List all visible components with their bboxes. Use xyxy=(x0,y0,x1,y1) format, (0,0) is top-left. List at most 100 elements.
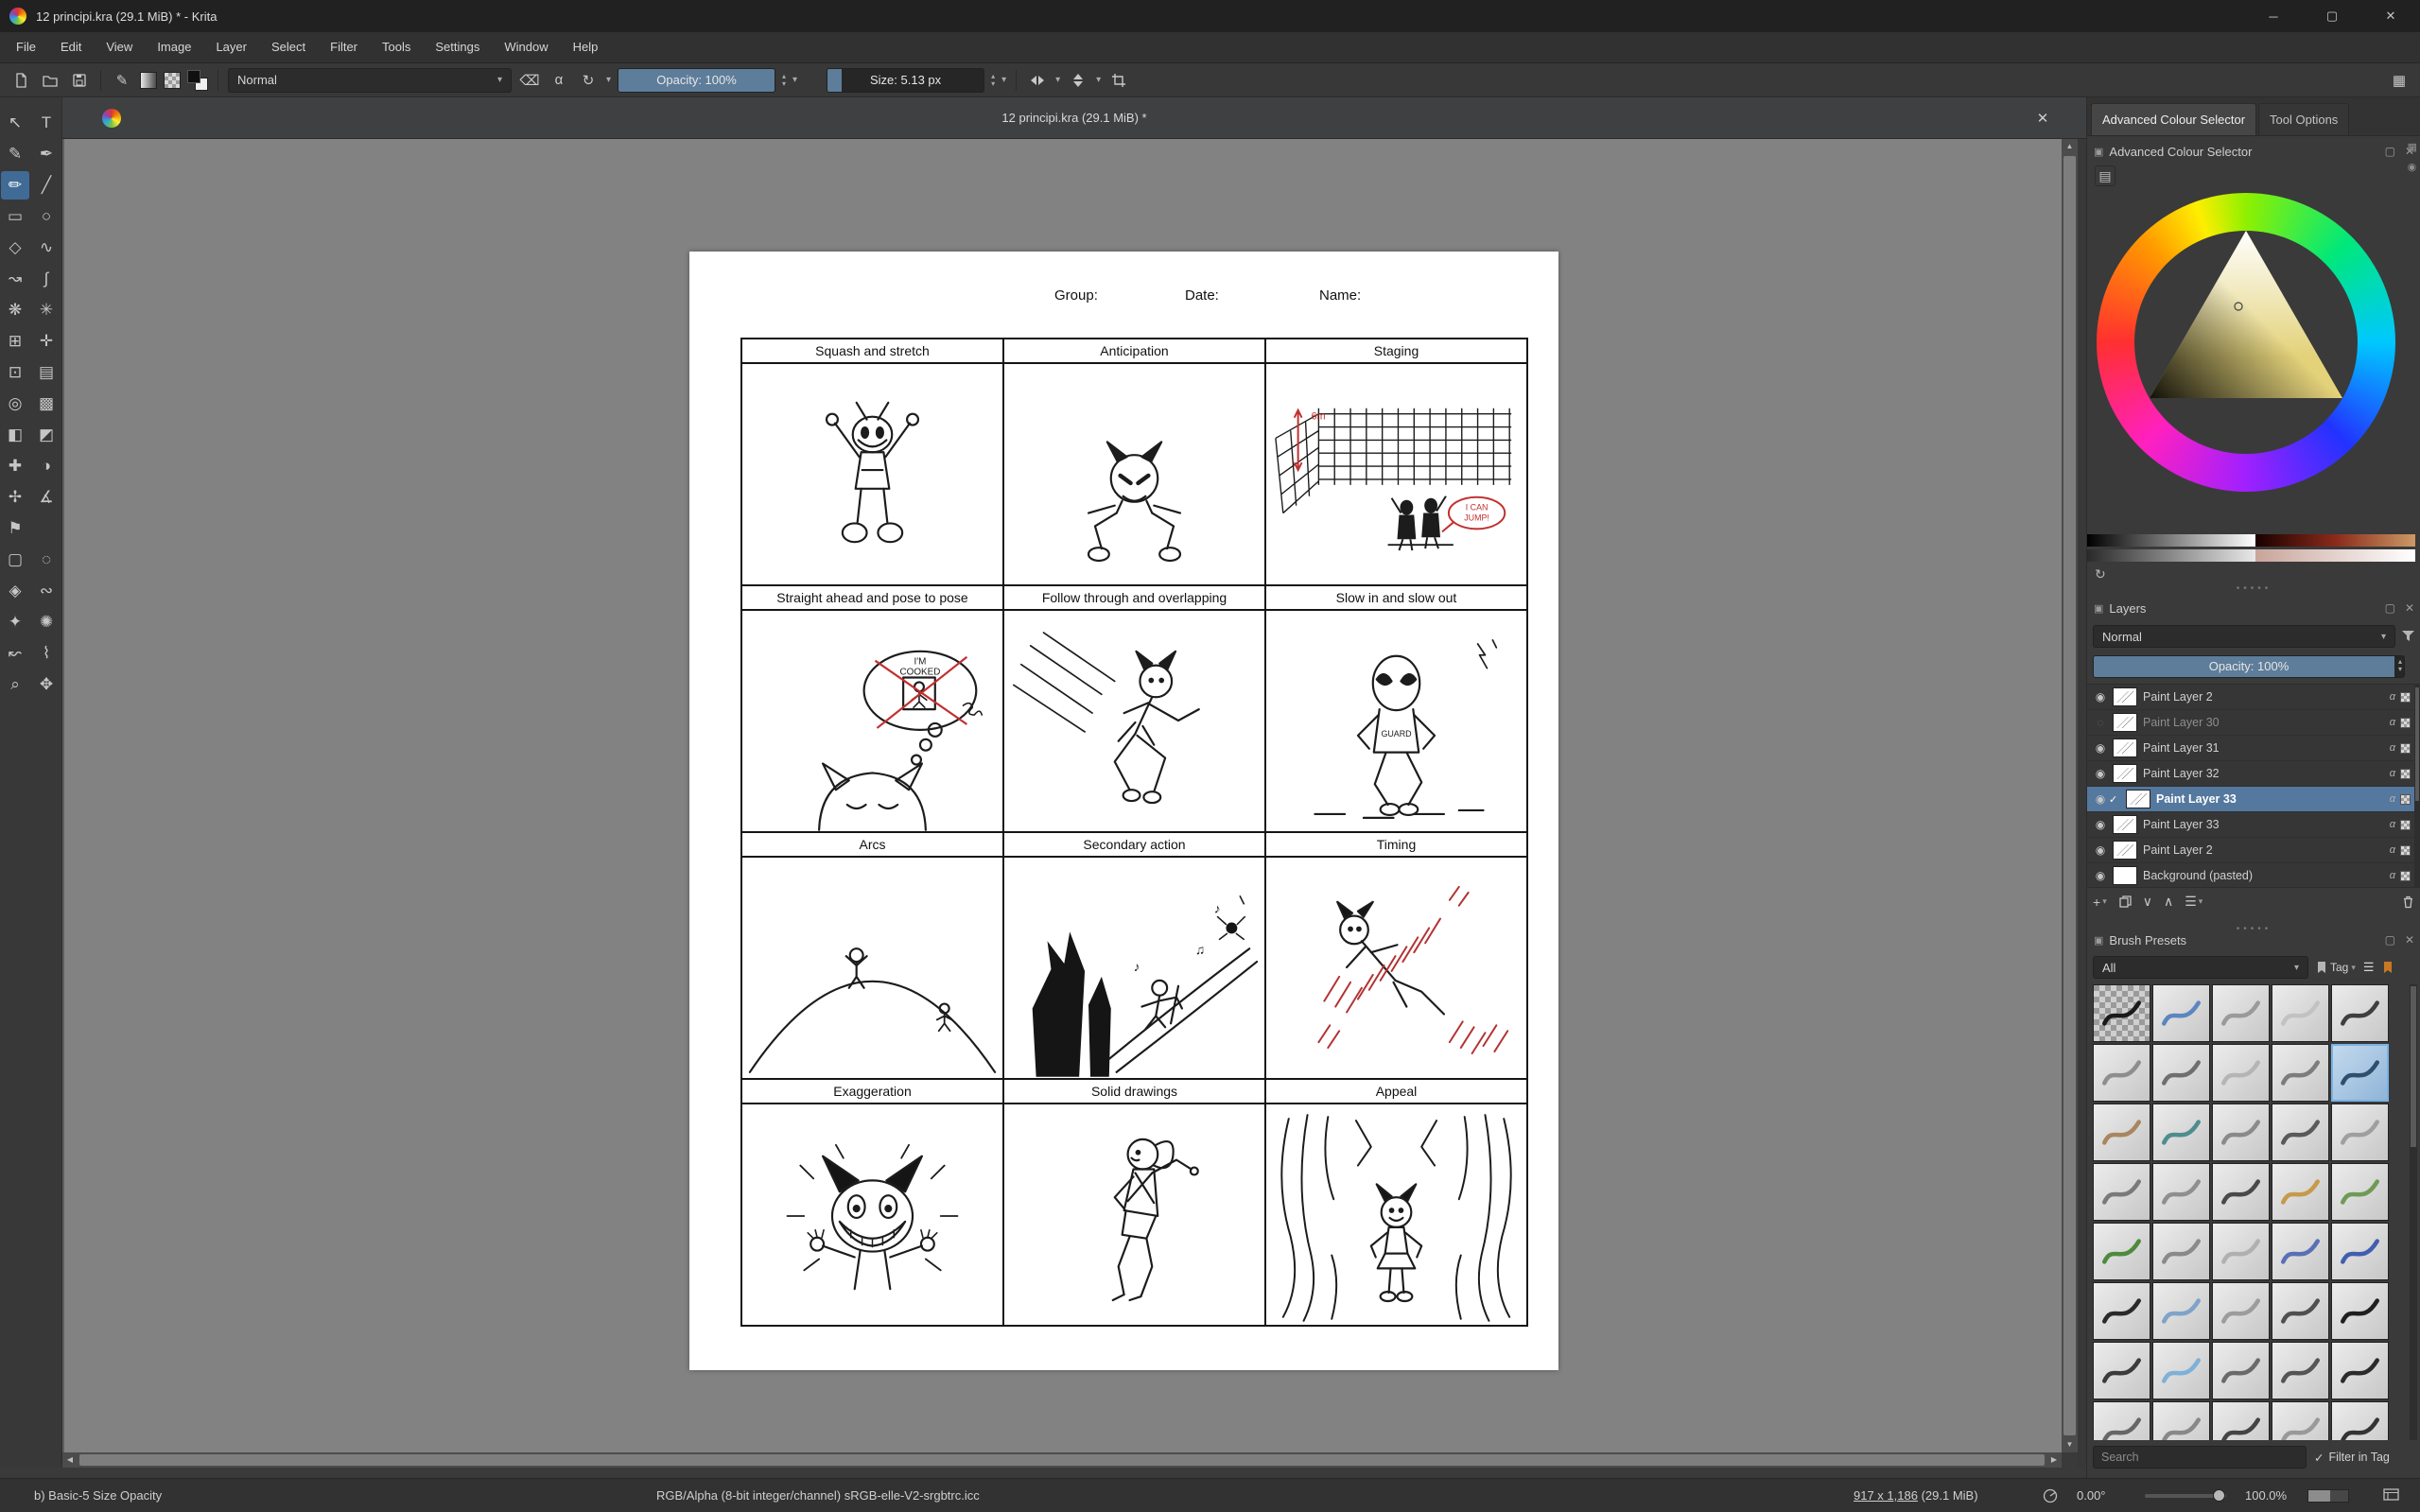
tool-ellipse-select-icon[interactable]: ◌ xyxy=(32,546,61,574)
layer-row[interactable]: ◉Paint Layer 2α xyxy=(2087,685,2415,710)
layer-row[interactable]: ◉✓Paint Layer 33α xyxy=(2087,787,2415,812)
brush-preset[interactable] xyxy=(2093,984,2150,1042)
brush-preset[interactable] xyxy=(2152,1342,2210,1399)
tool-polyline-icon[interactable]: ∿ xyxy=(32,234,61,262)
new-document-icon[interactable] xyxy=(9,69,32,92)
visibility-icon[interactable]: ◉ xyxy=(2092,818,2109,831)
chevron-down-icon[interactable]: ▾ xyxy=(1001,75,1006,85)
tag-button[interactable]: Tag ▾ xyxy=(2316,961,2356,974)
opacity-slider[interactable]: Opacity: 100% xyxy=(618,68,775,93)
chevron-down-icon[interactable]: ▾ xyxy=(606,75,611,85)
fg-bg-color-swatch[interactable] xyxy=(187,70,208,91)
brush-preset[interactable] xyxy=(2331,1044,2389,1102)
brush-preset[interactable] xyxy=(2152,1163,2210,1221)
inherit-alpha-icon[interactable] xyxy=(2400,743,2411,754)
layer-blending-dropdown[interactable]: Normal ▾ xyxy=(2093,625,2395,648)
brush-preset[interactable] xyxy=(2272,1044,2329,1102)
brush-preset[interactable] xyxy=(2272,984,2329,1042)
canvas-only-mode-icon[interactable] xyxy=(2383,1487,2399,1504)
shade-strip-red[interactable] xyxy=(2255,534,2415,547)
grid-icon[interactable]: ▦ xyxy=(2408,141,2417,153)
size-spinner[interactable]: ▴▾ xyxy=(991,73,995,88)
search-input[interactable] xyxy=(2093,1446,2307,1469)
brush-preset[interactable] xyxy=(2331,984,2389,1042)
float-docker-icon[interactable]: ▢ xyxy=(2385,145,2395,158)
zoom-slider[interactable] xyxy=(2145,1494,2226,1498)
brush-preset[interactable] xyxy=(2152,1104,2210,1161)
tool-bezier-select-icon[interactable]: ↜ xyxy=(1,639,29,668)
alpha-lock-icon[interactable]: α xyxy=(2390,742,2395,754)
visibility-icon[interactable]: ◉ xyxy=(2092,690,2109,704)
preset-filter-dropdown[interactable]: All ▾ xyxy=(2093,956,2308,979)
tool-freehand-brush-icon[interactable]: ✏ xyxy=(1,171,29,200)
tool-select-shapes-icon[interactable]: ↖ xyxy=(1,109,29,137)
docker-edge-buttons[interactable]: ▦ ◉ xyxy=(2408,141,2417,173)
tool-multibrush-icon[interactable]: ✳ xyxy=(32,296,61,324)
inherit-alpha-icon[interactable] xyxy=(2400,794,2411,805)
scroll-left-icon[interactable]: ◀ xyxy=(62,1452,78,1468)
brush-preset[interactable] xyxy=(2212,1044,2270,1102)
menu-select[interactable]: Select xyxy=(259,32,318,62)
canvas-rotation-value[interactable]: 0.00° xyxy=(2077,1479,2106,1512)
pattern-chooser-icon[interactable] xyxy=(164,72,181,89)
layer-row[interactable]: ◉Paint Layer 2α xyxy=(2087,838,2415,863)
menu-tools[interactable]: Tools xyxy=(370,32,423,62)
brush-preset[interactable] xyxy=(2093,1223,2150,1280)
maximize-button[interactable]: ▢ xyxy=(2303,0,2361,32)
tool-bezier-curve-icon[interactable]: ↝ xyxy=(1,265,29,293)
layer-row[interactable]: ◉Paint Layer 32α xyxy=(2087,761,2415,787)
menu-settings[interactable]: Settings xyxy=(423,32,492,62)
close-document-icon[interactable]: ✕ xyxy=(2031,107,2054,130)
menu-image[interactable]: Image xyxy=(145,32,203,62)
tool-gradient-icon[interactable]: ▤ xyxy=(32,358,61,387)
inherit-alpha-icon[interactable] xyxy=(2400,871,2411,881)
alpha-lock-icon[interactable]: α xyxy=(2390,819,2395,830)
brush-preset[interactable] xyxy=(2331,1282,2389,1340)
saturation-value-triangle[interactable] xyxy=(2097,193,2395,492)
tool-assistants-icon[interactable]: ✢ xyxy=(1,483,29,512)
brush-preset[interactable] xyxy=(2212,1342,2270,1399)
filter-in-tag-checkbox[interactable]: ✓ Filter in Tag xyxy=(2314,1451,2390,1465)
tool-rect-select-icon[interactable]: ▢ xyxy=(1,546,29,574)
tool-polygon-select-icon[interactable]: ◈ xyxy=(1,577,29,605)
menu-filter[interactable]: Filter xyxy=(318,32,370,62)
add-layer-button[interactable]: +▾ xyxy=(2093,895,2107,910)
brush-preset[interactable] xyxy=(2212,1104,2270,1161)
tool-move-icon[interactable]: ✛ xyxy=(32,327,61,356)
visibility-icon[interactable]: ◉ xyxy=(2092,741,2109,755)
tool-color-sampler-icon[interactable]: ◎ xyxy=(1,390,29,418)
layer-row[interactable]: ◌Paint Layer 30α xyxy=(2087,710,2415,736)
save-icon[interactable] xyxy=(68,69,91,92)
alpha-lock-icon[interactable]: α xyxy=(2390,844,2395,856)
tool-transform-icon[interactable]: ⊞ xyxy=(1,327,29,356)
brush-preset[interactable] xyxy=(2093,1044,2150,1102)
inherit-alpha-icon[interactable] xyxy=(2400,718,2411,728)
scroll-up-icon[interactable]: ▲ xyxy=(2062,139,2078,154)
selector-settings-icon[interactable]: ▤ xyxy=(2095,165,2115,186)
zoom-value[interactable]: 100.0% xyxy=(2245,1479,2287,1512)
document-page[interactable]: Group: Date: Name: Squash and stretch An… xyxy=(689,252,1558,1370)
float-docker-icon[interactable]: ▢ xyxy=(2385,601,2395,615)
preset-grid-scrollbar[interactable] xyxy=(2410,984,2417,1440)
tool-smart-patch-icon[interactable]: ✚ xyxy=(1,452,29,480)
brush-preset[interactable] xyxy=(2212,1401,2270,1440)
tool-calligraphy-icon[interactable]: ✒ xyxy=(32,140,61,168)
layer-properties-button[interactable]: ☰▾ xyxy=(2185,894,2202,910)
tool-magnetic-select-icon[interactable]: ⌇ xyxy=(32,639,61,668)
brush-preset[interactable] xyxy=(2152,984,2210,1042)
tool-ellipse-icon[interactable]: ○ xyxy=(32,202,61,231)
inherit-alpha-icon[interactable] xyxy=(2400,820,2411,830)
tool-line-icon[interactable]: ╱ xyxy=(32,171,61,200)
tool-reference-images-icon[interactable]: ⚑ xyxy=(1,514,29,543)
menu-window[interactable]: Window xyxy=(492,32,560,62)
tool-zoom-icon[interactable]: ⌕ xyxy=(1,670,29,699)
brush-preset[interactable] xyxy=(2331,1223,2389,1280)
move-layer-up-button[interactable]: ∧ xyxy=(2164,894,2173,910)
tool-colorize-mask-icon[interactable]: ◑ xyxy=(32,452,61,480)
tool-similar-select-icon[interactable]: ✦ xyxy=(1,608,29,636)
inherit-alpha-icon[interactable] xyxy=(2400,845,2411,856)
brush-preset[interactable] xyxy=(2331,1104,2389,1161)
tool-fill-icon[interactable]: ◧ xyxy=(1,421,29,449)
scroll-right-icon[interactable]: ▶ xyxy=(2046,1452,2062,1468)
wrap-around-mode-icon[interactable] xyxy=(1107,69,1130,92)
